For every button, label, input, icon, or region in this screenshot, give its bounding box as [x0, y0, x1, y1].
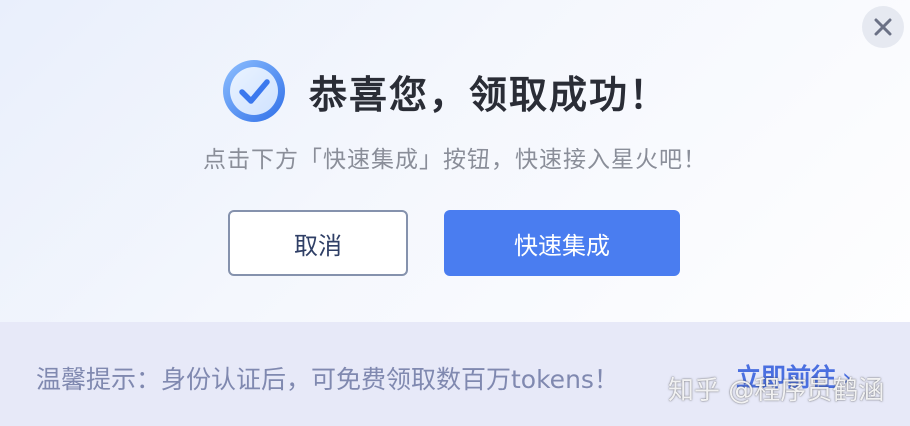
quick-integrate-button[interactable]: 快速集成: [444, 210, 680, 276]
tip-footer: 温馨提示：身份认证后，可免费领取数百万tokens！ 立即前往 › 知乎 @程序员…: [0, 322, 910, 426]
dialog-subtitle: 点击下方「快速集成」按钮，快速接入星火吧！: [203, 147, 707, 173]
go-now-label: 立即前往: [736, 363, 837, 392]
tip-text: 温馨提示：身份认证后，可免费领取数百万tokens！: [36, 365, 619, 394]
go-now-link[interactable]: 立即前往 ›: [736, 358, 852, 394]
close-icon: [874, 18, 892, 36]
chevron-right-icon: ›: [842, 363, 853, 392]
check-circle-icon: [222, 60, 285, 122]
title-row: 恭喜您，领取成功！: [0, 58, 910, 124]
quick-integrate-button-label: 快速集成: [514, 231, 610, 260]
close-button[interactable]: [862, 6, 904, 48]
cancel-button-label: 取消: [294, 231, 342, 260]
success-dialog: 恭喜您，领取成功！ 点击下方「快速集成」按钮，快速接入星火吧！ 取消 快速集成 …: [0, 0, 910, 426]
cancel-button[interactable]: 取消: [228, 210, 408, 276]
dialog-title: 恭喜您，领取成功！: [308, 72, 669, 117]
